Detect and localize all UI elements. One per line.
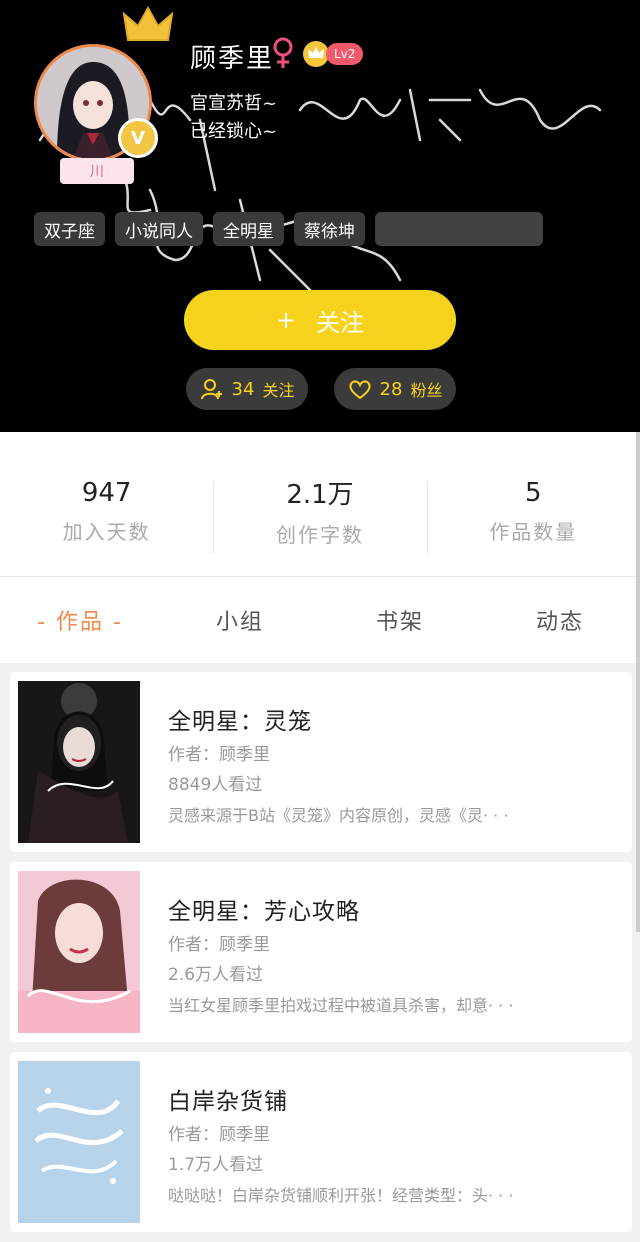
female-gender-icon (273, 37, 293, 68)
work-title[interactable]: 全明星：灵笼 (168, 702, 312, 736)
fans-label: 粉丝 (410, 381, 443, 400)
work-card[interactable]: 白岸杂货铺 作者：顾季里 1.7万人看过 哒哒哒！白岸杂货铺顺利开张！经营类型：… (10, 1052, 632, 1232)
tab-bookshelf[interactable]: 书架 (320, 604, 480, 636)
stat-word-count: 2.1万 创作字数 (213, 432, 426, 576)
crown-icon (122, 5, 174, 41)
work-title[interactable]: 白岸杂货铺 (168, 1082, 288, 1116)
tag-item[interactable]: 双子座 (34, 212, 105, 246)
stat-label: 创作字数 (275, 523, 364, 547)
tag-item[interactable]: 小说同人 (115, 212, 203, 246)
username: 顾季里 (190, 44, 275, 74)
stat-value: 947 (81, 477, 132, 508)
fans-count: 28 (379, 378, 403, 400)
work-author: 作者：顾季里 (168, 935, 270, 955)
work-views: 2.6万人看过 (168, 965, 264, 985)
tag-item[interactable]: 全明星 (213, 212, 284, 246)
stat-works-count: 5 作品数量 (426, 432, 640, 576)
bio: 官宣苏哲~ 已经锁心~ (190, 90, 277, 146)
name-tag: 川 (60, 158, 134, 184)
work-title[interactable]: 全明星：芳心攻略 (168, 892, 360, 926)
profile-header: V 川 顾季里 Lv2 官宣苏哲~ 已经锁心~ 双子座 小说同人 全明星 蔡徐坤… (0, 0, 640, 432)
tag-item[interactable]: 蔡徐坤 (294, 212, 365, 246)
avatar-container[interactable]: V (34, 44, 158, 162)
cover-image-pink-portrait (18, 871, 140, 1033)
work-description: 哒哒哒！白岸杂货铺顺利开张！经营类型：头· · · (168, 1186, 514, 1205)
verified-badge-icon: V (118, 118, 158, 158)
profile-stats: 947 加入天数 2.1万 创作字数 5 作品数量 (0, 432, 640, 577)
tag-list: 双子座 小说同人 全明星 蔡徐坤 (34, 212, 543, 246)
bio-line-1: 官宣苏哲~ (190, 93, 278, 114)
tab-activity[interactable]: 动态 (480, 604, 640, 636)
stat-value: 5 (525, 477, 542, 508)
book-cover[interactable] (18, 1061, 140, 1223)
work-views: 1.7万人看过 (168, 1155, 264, 1175)
book-cover[interactable] (18, 871, 140, 1033)
cover-image-dark-gothic (18, 681, 140, 843)
follow-button-label: 关注 (316, 308, 365, 337)
work-author: 作者：顾季里 (168, 1125, 270, 1145)
work-description: 灵感来源于B站《灵笼》内容原创，灵感《灵· · · (168, 806, 509, 825)
stat-value: 2.1万 (286, 480, 354, 510)
user-add-icon (200, 379, 222, 400)
fans-button[interactable]: 28 粉丝 (334, 368, 456, 410)
stat-label: 作品数量 (489, 519, 578, 544)
stat-label: 加入天数 (62, 519, 151, 544)
work-description: 当红女星顾季里拍戏过程中被道具杀害，却意· · · (168, 996, 514, 1015)
tab-bar: - 作品 - 小组 书架 动态 (0, 577, 640, 663)
book-cover[interactable] (18, 681, 140, 843)
cover-image-blue-lettering (18, 1061, 140, 1223)
level-badge: Lv2 (326, 43, 364, 65)
tag-placeholder (375, 212, 543, 246)
stat-join-days: 947 加入天数 (0, 432, 213, 576)
follow-button[interactable]: + 关注 (184, 290, 456, 350)
following-label: 关注 (262, 381, 295, 400)
following-count: 34 (231, 378, 255, 400)
works-list: 全明星：灵笼 作者：顾季里 8849人看过 灵感来源于B站《灵笼》内容原创，灵感… (10, 672, 632, 1242)
following-button[interactable]: 34 关注 (186, 368, 308, 410)
work-author: 作者：顾季里 (168, 745, 270, 765)
work-card[interactable]: 全明星：芳心攻略 作者：顾季里 2.6万人看过 当红女星顾季里拍戏过程中被道具杀… (10, 862, 632, 1042)
work-views: 8849人看过 (168, 775, 263, 795)
scrollbar[interactable] (636, 432, 640, 932)
work-card[interactable]: 全明星：灵笼 作者：顾季里 8849人看过 灵感来源于B站《灵笼》内容原创，灵感… (10, 672, 632, 852)
heart-icon (348, 380, 371, 400)
bio-line-2: 已经锁心~ (190, 121, 278, 142)
tab-works[interactable]: - 作品 - (0, 604, 160, 636)
plus-icon: + (275, 306, 297, 334)
tab-groups[interactable]: 小组 (160, 604, 320, 636)
